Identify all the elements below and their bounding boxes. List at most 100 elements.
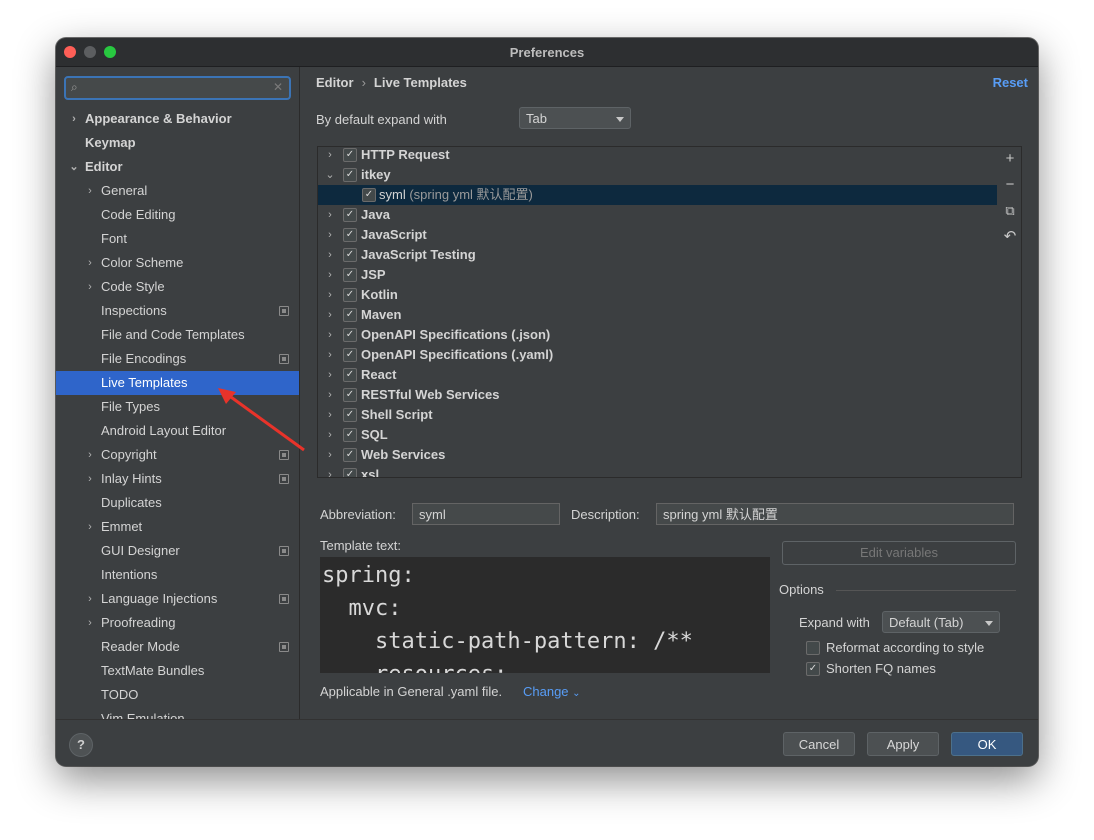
chevron-right-icon[interactable]: › (324, 325, 336, 345)
template-enabled-checkbox[interactable]: ✓ (343, 208, 357, 222)
shorten-fq-checkbox[interactable]: ✓ (806, 662, 820, 676)
template-group[interactable]: › ✓ OpenAPI Specifications (.yaml) (318, 345, 997, 365)
settings-search-input[interactable]: ⌕ ✕ (64, 76, 291, 100)
chevron-right-icon[interactable]: › (84, 587, 96, 611)
chevron-right-icon[interactable]: › (84, 515, 96, 539)
sidebar-item-color-scheme[interactable]: › Color Scheme (56, 251, 299, 275)
sidebar-item-duplicates[interactable]: Duplicates (56, 491, 299, 515)
sidebar-item-code-style[interactable]: › Code Style (56, 275, 299, 299)
chevron-right-icon[interactable]: › (324, 385, 336, 405)
template-enabled-checkbox[interactable]: ✓ (343, 328, 357, 342)
template-text-editor[interactable]: spring: mvc: static-path-pattern: /** re… (320, 557, 770, 673)
chevron-right-icon[interactable]: › (324, 305, 336, 325)
template-enabled-checkbox[interactable]: ✓ (343, 448, 357, 462)
clear-search-icon[interactable]: ✕ (273, 80, 283, 94)
chevron-right-icon[interactable]: › (84, 443, 96, 467)
template-group[interactable]: › ✓ Kotlin (318, 285, 997, 305)
sidebar-item-gui-designer[interactable]: GUI Designer (56, 539, 299, 563)
sidebar-item-keymap[interactable]: Keymap (56, 131, 299, 155)
chevron-right-icon[interactable]: › (324, 345, 336, 365)
template-enabled-checkbox[interactable]: ✓ (343, 268, 357, 282)
sidebar-item-android-layout-editor[interactable]: Android Layout Editor (56, 419, 299, 443)
abbreviation-field[interactable]: syml (412, 503, 560, 525)
sidebar-item-file-types[interactable]: File Types (56, 395, 299, 419)
chevron-right-icon[interactable]: › (324, 425, 336, 445)
remove-template-icon[interactable]: − (1002, 177, 1018, 193)
sidebar-item-reader-mode[interactable]: Reader Mode (56, 635, 299, 659)
template-enabled-checkbox[interactable]: ✓ (343, 248, 357, 262)
template-group[interactable]: › ✓ Web Services (318, 445, 997, 465)
template-group[interactable]: › ✓ React (318, 365, 997, 385)
sidebar-item-font[interactable]: Font (56, 227, 299, 251)
chevron-right-icon[interactable]: › (324, 405, 336, 425)
chevron-down-icon[interactable]: ⌄ (68, 155, 80, 179)
sidebar-item-code-editing[interactable]: Code Editing (56, 203, 299, 227)
template-group[interactable]: › ✓ JavaScript Testing (318, 245, 997, 265)
reset-link[interactable]: Reset (993, 75, 1028, 90)
reformat-checkbox[interactable] (806, 641, 820, 655)
chevron-right-icon[interactable]: › (324, 465, 336, 477)
sidebar-item-emmet[interactable]: › Emmet (56, 515, 299, 539)
sidebar-item-inspections[interactable]: Inspections (56, 299, 299, 323)
chevron-right-icon[interactable]: › (324, 225, 336, 245)
expand-with-select[interactable]: Default (Tab) (882, 611, 1000, 633)
sidebar-item-general[interactable]: › General (56, 179, 299, 203)
template-enabled-checkbox[interactable]: ✓ (343, 428, 357, 442)
template-enabled-checkbox[interactable]: ✓ (343, 388, 357, 402)
live-templates-tree[interactable]: › ✓ HTTP Request ⌄ ✓ itkey ✓ syml (spring yml 默… (317, 146, 998, 478)
sidebar-item-vim-emulation[interactable]: Vim Emulation (56, 707, 299, 719)
template-enabled-checkbox[interactable]: ✓ (343, 308, 357, 322)
chevron-right-icon[interactable]: › (324, 245, 336, 265)
chevron-right-icon[interactable]: › (324, 285, 336, 305)
template-item[interactable]: ✓ syml (spring yml 默认配置) (318, 185, 997, 205)
template-enabled-checkbox[interactable]: ✓ (343, 348, 357, 362)
template-group[interactable]: › ✓ RESTful Web Services (318, 385, 997, 405)
template-group[interactable]: › ✓ Maven (318, 305, 997, 325)
sidebar-item-appearance-behavior[interactable]: › Appearance & Behavior (56, 107, 299, 131)
template-group[interactable]: › ✓ JSP (318, 265, 997, 285)
sidebar-item-file-encodings[interactable]: File Encodings (56, 347, 299, 371)
sidebar-item-proofreading[interactable]: › Proofreading (56, 611, 299, 635)
template-enabled-checkbox[interactable]: ✓ (362, 188, 376, 202)
chevron-right-icon[interactable]: › (324, 147, 336, 165)
chevron-right-icon[interactable]: › (324, 365, 336, 385)
template-enabled-checkbox[interactable]: ✓ (343, 168, 357, 182)
chevron-down-icon[interactable]: ⌄ (324, 165, 336, 185)
restore-defaults-icon[interactable]: ↶ (1002, 229, 1018, 245)
sidebar-item-file-and-code-templates[interactable]: File and Code Templates (56, 323, 299, 347)
chevron-right-icon[interactable]: › (84, 251, 96, 275)
chevron-right-icon[interactable]: › (324, 265, 336, 285)
template-group[interactable]: › ✓ JavaScript (318, 225, 997, 245)
template-enabled-checkbox[interactable]: ✓ (343, 468, 357, 477)
add-template-icon[interactable]: + (1002, 151, 1018, 167)
chevron-right-icon[interactable]: › (84, 467, 96, 491)
chevron-right-icon[interactable]: › (68, 107, 80, 131)
sidebar-item-todo[interactable]: TODO (56, 683, 299, 707)
template-group[interactable]: › ✓ Java (318, 205, 997, 225)
template-enabled-checkbox[interactable]: ✓ (343, 408, 357, 422)
change-context-link[interactable]: Change ⌄ (523, 684, 581, 699)
description-field[interactable]: spring yml 默认配置 (656, 503, 1014, 525)
template-enabled-checkbox[interactable]: ✓ (343, 288, 357, 302)
chevron-right-icon[interactable]: › (324, 205, 336, 225)
sidebar-item-copyright[interactable]: › Copyright (56, 443, 299, 467)
sidebar-item-live-templates[interactable]: Live Templates (56, 371, 299, 395)
help-button[interactable]: ? (69, 733, 93, 757)
template-group[interactable]: › ✓ OpenAPI Specifications (.json) (318, 325, 997, 345)
duplicate-template-icon[interactable]: ⧉ (1002, 203, 1018, 219)
default-expand-select[interactable]: Tab (519, 107, 631, 129)
sidebar-item-editor[interactable]: ⌄ Editor (56, 155, 299, 179)
template-group[interactable]: › ✓ SQL (318, 425, 997, 445)
chevron-right-icon[interactable]: › (84, 611, 96, 635)
chevron-right-icon[interactable]: › (84, 275, 96, 299)
cancel-button[interactable]: Cancel (783, 732, 855, 756)
ok-button[interactable]: OK (951, 732, 1023, 756)
sidebar-item-inlay-hints[interactable]: › Inlay Hints (56, 467, 299, 491)
template-group[interactable]: › ✓ HTTP Request (318, 147, 997, 165)
edit-variables-button[interactable]: Edit variables (782, 541, 1016, 565)
template-group[interactable]: ⌄ ✓ itkey (318, 165, 997, 185)
sidebar-item-intentions[interactable]: Intentions (56, 563, 299, 587)
chevron-right-icon[interactable]: › (324, 445, 336, 465)
template-enabled-checkbox[interactable]: ✓ (343, 148, 357, 162)
apply-button[interactable]: Apply (867, 732, 939, 756)
